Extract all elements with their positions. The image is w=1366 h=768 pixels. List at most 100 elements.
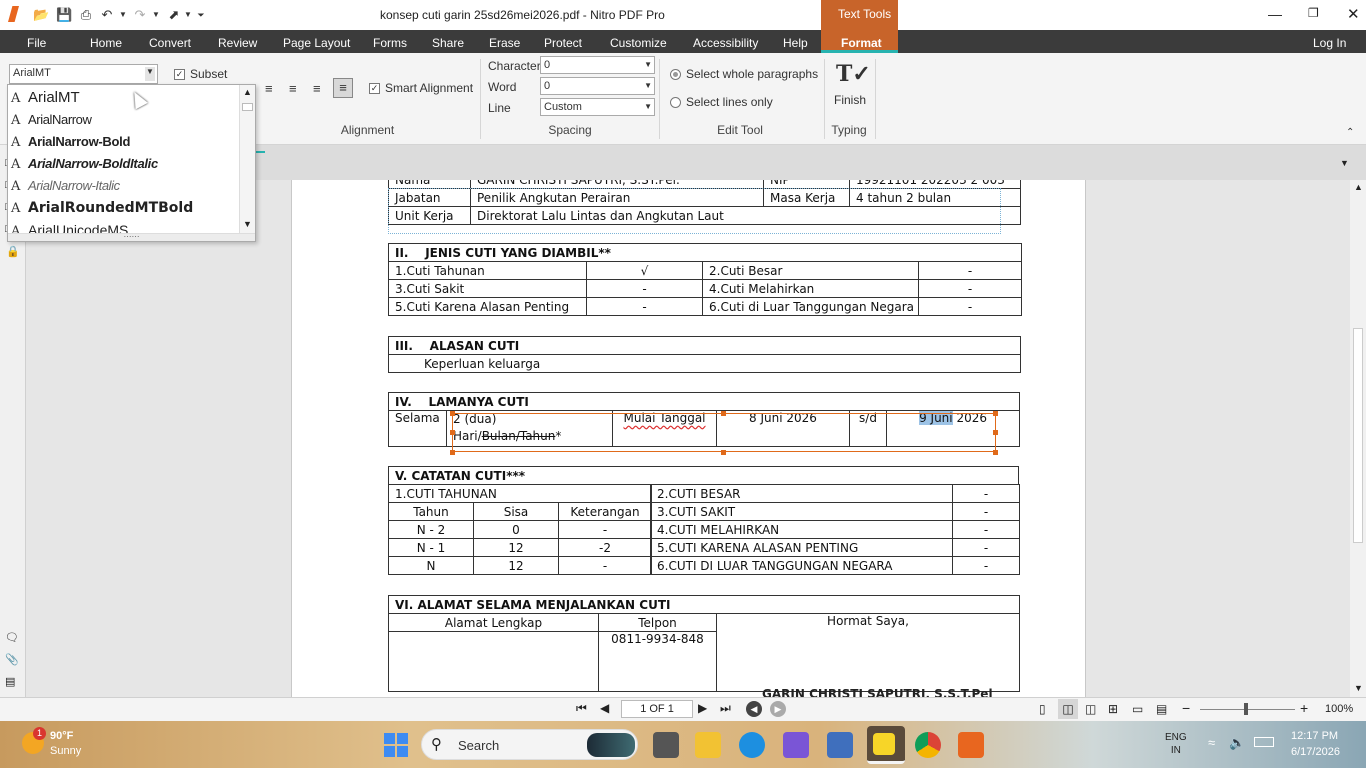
- word-spacing-value[interactable]: 0: [544, 80, 550, 92]
- minimize-button[interactable]: —: [1268, 6, 1282, 22]
- table-cell[interactable]: -2: [557, 538, 653, 557]
- radio-icon[interactable]: [670, 97, 681, 109]
- table-cell[interactable]: -: [557, 520, 653, 539]
- section-title[interactable]: VI. ALAMAT SELAMA MENJALANKAN CUTI: [388, 595, 1020, 614]
- section-title[interactable]: V. CATATAN CUTI***: [388, 466, 1019, 485]
- column-header[interactable]: Sisa: [473, 502, 559, 521]
- table-cell[interactable]: 5.Cuti Karena Alasan Penting: [388, 297, 587, 316]
- clock-date[interactable]: 6/17/2026: [1291, 746, 1340, 758]
- table-cell[interactable]: 6.CUTI DI LUAR TANGGUNGAN NEGARA: [650, 556, 953, 575]
- font-option-label[interactable]: ArialNarrow: [28, 112, 92, 127]
- table-cell[interactable]: 0811-9934-848: [598, 631, 717, 692]
- address-cell[interactable]: [388, 631, 599, 692]
- column-header[interactable]: Alamat Lengkap: [388, 613, 599, 632]
- table-cell[interactable]: -: [952, 484, 1020, 503]
- customize-quick-access-icon[interactable]: ⏷: [193, 7, 209, 23]
- line-spacing-value[interactable]: Custom: [544, 101, 582, 113]
- table-cell[interactable]: N - 2: [388, 520, 474, 539]
- table-cell[interactable]: Selama: [388, 410, 447, 447]
- resize-handle[interactable]: [450, 450, 455, 455]
- security-lock-icon[interactable]: 🔒: [6, 245, 20, 258]
- resize-handle[interactable]: [721, 450, 726, 455]
- zoom-out-icon[interactable]: −: [1182, 700, 1190, 716]
- page-number-input[interactable]: 1 OF 1: [621, 700, 693, 718]
- active-text-box-selection[interactable]: [452, 413, 996, 452]
- open-folder-icon[interactable]: 📂: [33, 7, 49, 23]
- font-option-arialnarrow-italic[interactable]: A ArialNarrow-Italic: [11, 175, 120, 197]
- table-cell[interactable]: 12: [473, 538, 559, 557]
- first-page-icon[interactable]: ⏮: [576, 701, 587, 716]
- table-cell[interactable]: 6.Cuti di Luar Tanggungan Negara: [702, 297, 919, 316]
- last-page-icon[interactable]: ⏭: [720, 701, 731, 716]
- word-spacing-combobox[interactable]: 0 ▼: [540, 77, 655, 95]
- output-icon[interactable]: ▤: [5, 675, 15, 688]
- resize-handle[interactable]: [450, 430, 455, 435]
- table-cell[interactable]: 12: [473, 556, 559, 575]
- font-option-arialunicodems[interactable]: A ArialUnicodeMS: [11, 219, 128, 233]
- table-cell[interactable]: N - 1: [388, 538, 474, 557]
- task-view-icon[interactable]: [653, 732, 679, 758]
- section-title[interactable]: III. ALASAN CUTI: [388, 336, 1021, 355]
- align-justify-icon[interactable]: ≡: [333, 78, 353, 98]
- collapse-ribbon-icon[interactable]: ⌃: [1346, 127, 1354, 138]
- resize-handle[interactable]: [993, 430, 998, 435]
- align-right-icon[interactable]: ≡: [313, 81, 321, 96]
- align-left-icon[interactable]: ≡: [265, 81, 273, 96]
- table-cell[interactable]: -: [586, 279, 703, 298]
- font-dropdown-list[interactable]: A ArialMT A ArialNarrow A ArialNarrow-Bold …: [7, 84, 256, 242]
- table-cell[interactable]: 4.Cuti Melahirkan: [702, 279, 919, 298]
- font-option-arialnarrow[interactable]: A ArialNarrow: [11, 109, 92, 131]
- column-header[interactable]: Tahun: [388, 502, 474, 521]
- character-spacing-combobox[interactable]: 0 ▼: [540, 56, 655, 74]
- table-cell[interactable]: -: [586, 297, 703, 316]
- close-button[interactable]: ✕: [1347, 5, 1360, 23]
- font-option-label[interactable]: ArialNarrow-Bold: [28, 134, 130, 149]
- scroll-up-icon[interactable]: ▲: [243, 87, 252, 97]
- column-header[interactable]: Keterangan: [557, 502, 653, 521]
- next-view-icon[interactable]: ▶: [770, 701, 786, 717]
- scrollbar-thumb[interactable]: [242, 103, 253, 111]
- maximize-button[interactable]: ❐: [1308, 6, 1319, 20]
- align-center-icon[interactable]: ≡: [289, 81, 297, 96]
- table-cell[interactable]: √: [586, 261, 703, 280]
- continuous-view-icon[interactable]: ◫: [1058, 699, 1078, 719]
- signature-heading[interactable]: Hormat Saya,: [716, 613, 1020, 692]
- resize-handle[interactable]: [450, 411, 455, 416]
- comments-icon[interactable]: 🗨: [5, 631, 19, 644]
- font-option-arialroundedmtbold[interactable]: A ArialRoundedMTBold: [11, 197, 193, 219]
- table-cell[interactable]: 3.Cuti Sakit: [388, 279, 587, 298]
- copilot-icon[interactable]: [783, 732, 809, 758]
- clock-time[interactable]: 12:17 PM: [1291, 730, 1338, 742]
- page-number-value[interactable]: 1 OF 1: [640, 703, 674, 715]
- redo-dropdown-icon[interactable]: ▼: [148, 7, 164, 23]
- table-cell[interactable]: 1.CUTI TAHUNAN: [387, 484, 653, 503]
- scroll-up-icon[interactable]: ▲: [1354, 182, 1363, 192]
- select-whole-paragraphs-radio[interactable]: Select whole paragraphs: [670, 67, 818, 81]
- table-cell[interactable]: -: [952, 502, 1020, 521]
- resize-grip[interactable]: ⋯⋯: [8, 233, 255, 241]
- column-header[interactable]: Telpon: [598, 613, 717, 632]
- scrollbar-thumb[interactable]: [1353, 328, 1363, 543]
- vertical-scrollbar[interactable]: ▲ ▼: [1350, 180, 1366, 697]
- section-title[interactable]: II. JENIS CUTI YANG DIAMBIL**: [388, 243, 1022, 262]
- font-list-scrollbar[interactable]: ▲ ▼: [239, 85, 255, 233]
- radio-icon[interactable]: [670, 69, 681, 81]
- table-cell[interactable]: 2.Cuti Besar: [702, 261, 919, 280]
- font-option-label[interactable]: ArialMT: [28, 89, 80, 106]
- table-cell[interactable]: -: [952, 520, 1020, 539]
- zoom-level[interactable]: 100%: [1325, 703, 1353, 715]
- facing-continuous-view-icon[interactable]: ⊞: [1108, 702, 1118, 716]
- edge-browser-icon[interactable]: [739, 732, 765, 758]
- table-cell[interactable]: N: [388, 556, 474, 575]
- section-title[interactable]: IV. LAMANYA CUTI: [387, 392, 1021, 411]
- chrome-browser-icon[interactable]: [915, 732, 941, 758]
- line-spacing-combobox[interactable]: Custom ▼: [540, 98, 655, 116]
- undo-dropdown-icon[interactable]: ▼: [115, 7, 131, 23]
- battery-icon[interactable]: [1254, 737, 1274, 747]
- chevron-down-icon[interactable]: ▼: [644, 60, 652, 69]
- notification-badge[interactable]: 1: [33, 727, 46, 740]
- resize-handle[interactable]: [721, 411, 726, 416]
- windows-start-icon[interactable]: [384, 733, 408, 757]
- print-icon[interactable]: ⎙: [78, 7, 94, 23]
- undo-icon[interactable]: ↶: [99, 7, 115, 23]
